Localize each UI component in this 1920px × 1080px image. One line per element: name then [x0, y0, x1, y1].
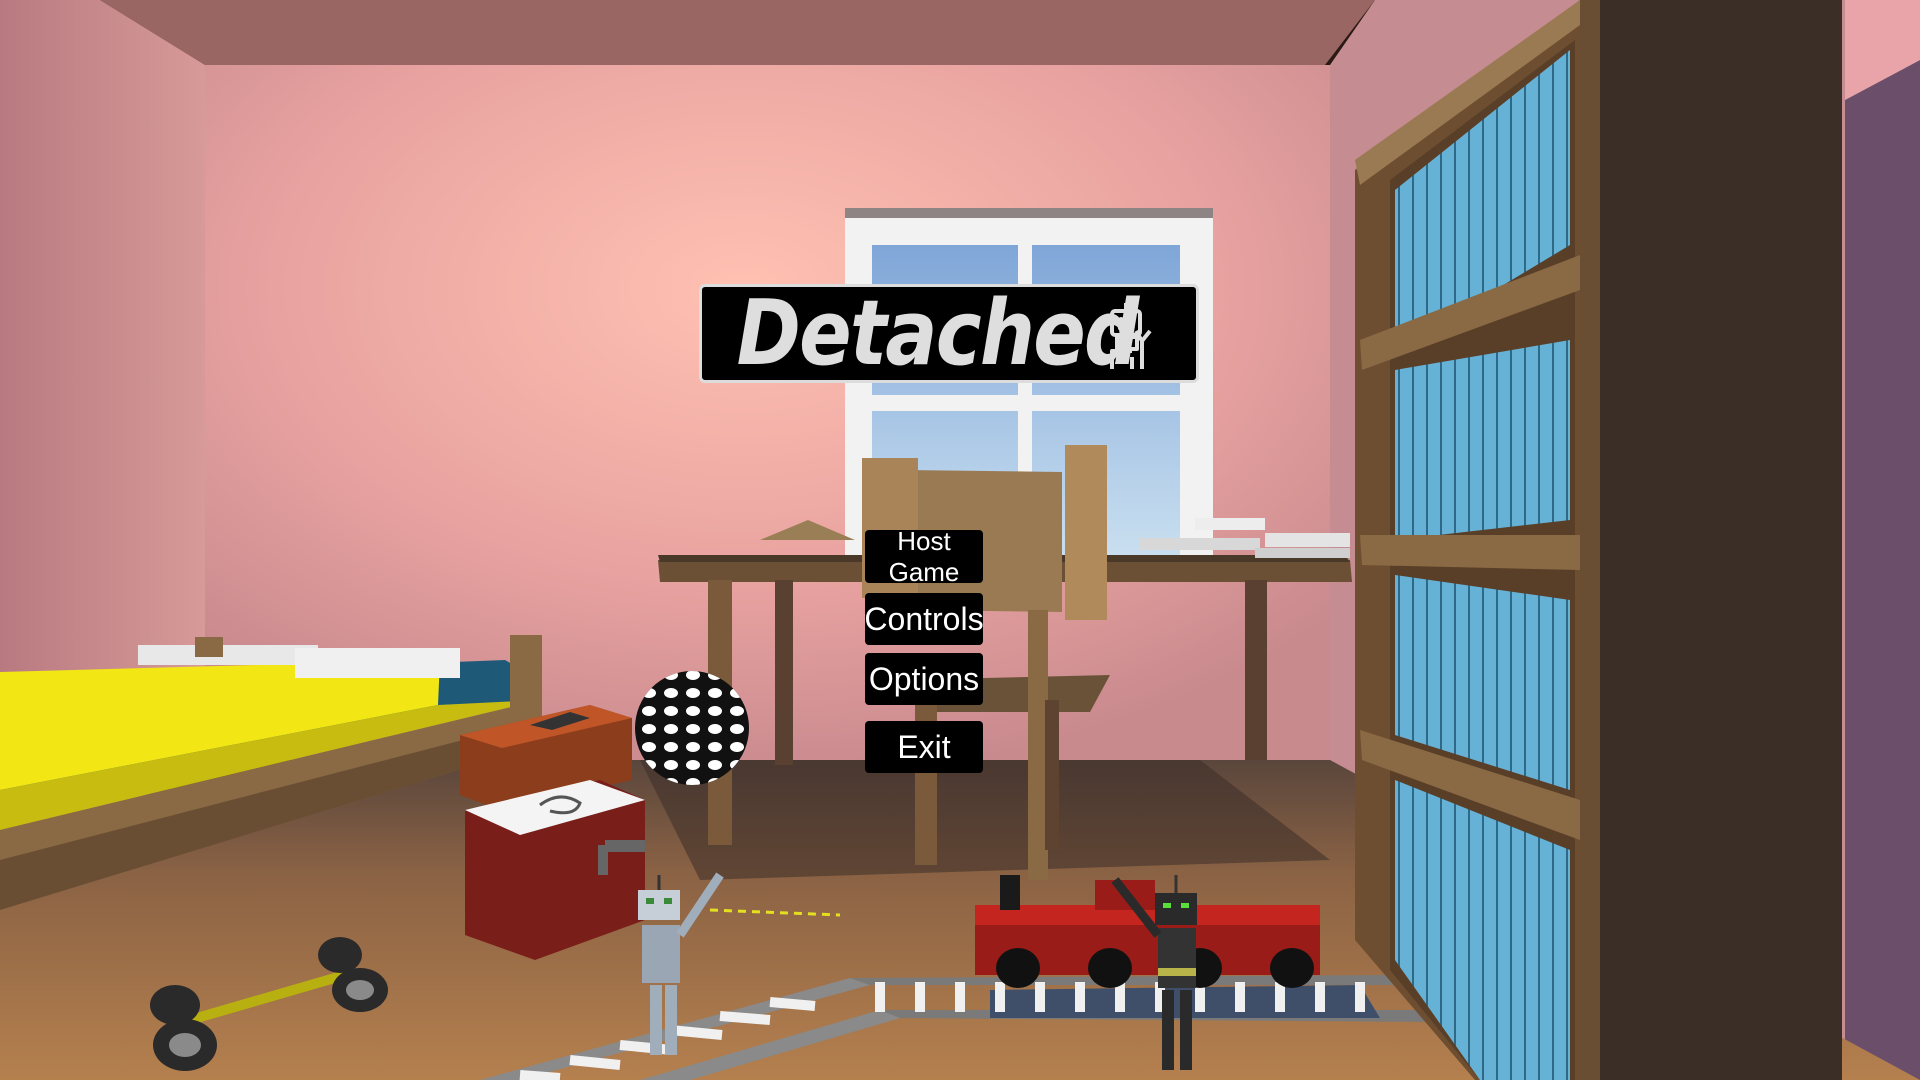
exit-button[interactable]: Exit: [865, 721, 983, 773]
game-title-banner: Detached: [699, 284, 1199, 383]
options-button[interactable]: Options: [865, 653, 983, 705]
dotted-ball: [635, 671, 749, 785]
bookshelf: [1355, 0, 1842, 1080]
controls-button[interactable]: Controls: [864, 593, 984, 645]
robot-icon: [1110, 303, 1152, 369]
ceiling: [100, 0, 1375, 65]
game-title: Detached: [736, 280, 1139, 386]
host-game-button[interactable]: Host Game: [865, 526, 983, 587]
